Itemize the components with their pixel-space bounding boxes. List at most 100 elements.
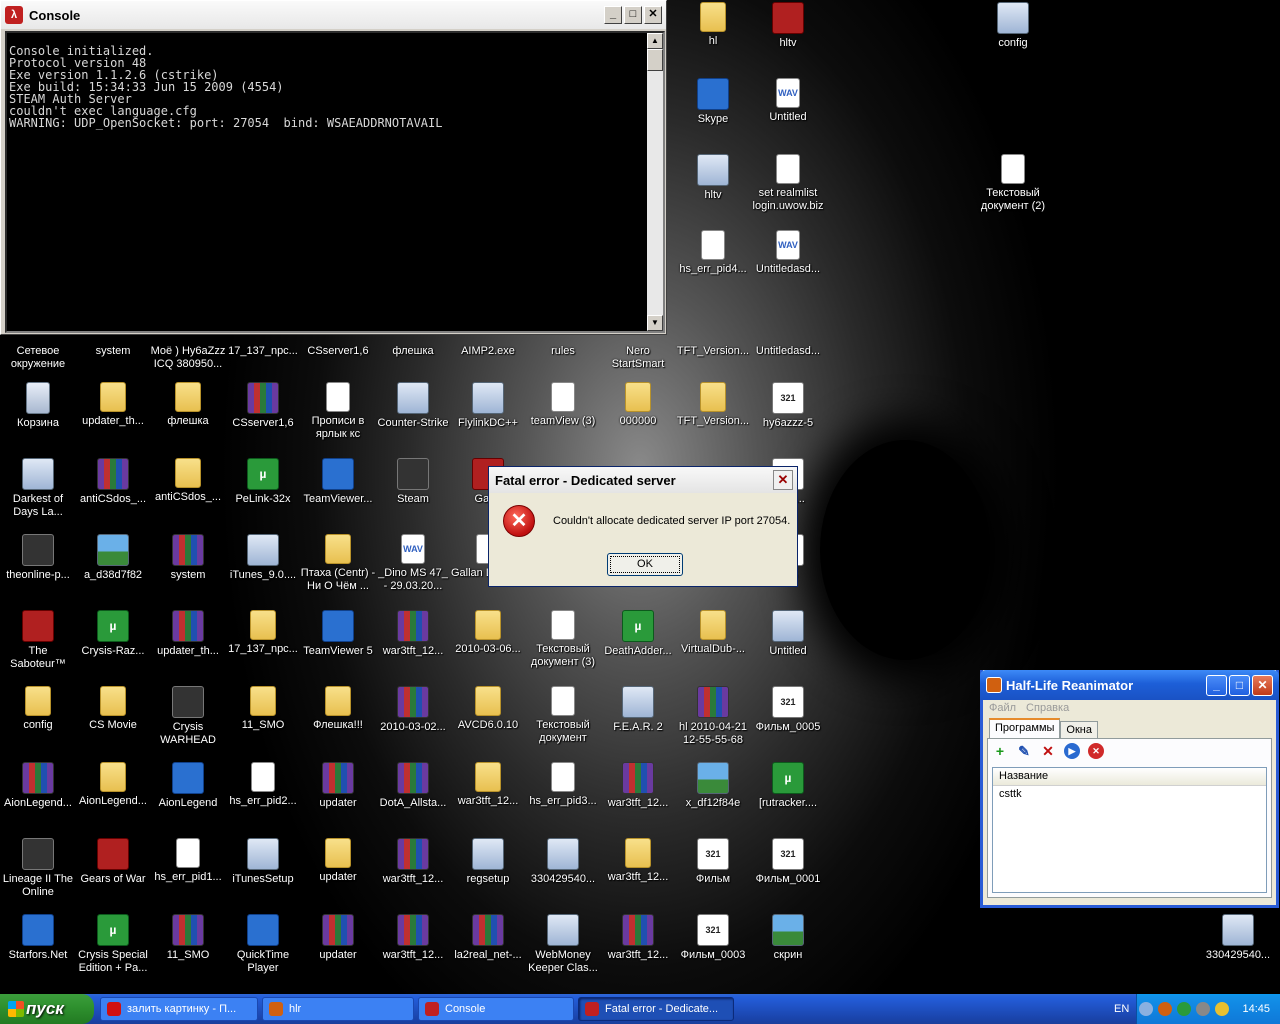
desktop-icon[interactable]: iTunesSetup — [225, 836, 301, 912]
desktop-icon[interactable]: war3tft_12... — [600, 836, 676, 912]
desktop-icon[interactable]: hl — [675, 0, 751, 76]
desktop-icon[interactable]: QuickTime Player — [225, 912, 301, 988]
desktop-icon[interactable]: TeamViewer... — [300, 456, 376, 532]
desktop-icon[interactable]: 330429540... — [1200, 912, 1276, 988]
delete-icon[interactable]: ✕ — [1040, 743, 1056, 759]
desktop-icon[interactable]: Gears of War — [75, 836, 151, 912]
desktop-icon[interactable]: updater — [300, 760, 376, 836]
desktop-icon[interactable]: 2010-03-06... — [450, 608, 526, 684]
desktop-icon[interactable]: war3tft_12... — [375, 608, 451, 684]
desktop-icon[interactable]: WebMoney Keeper Clas... — [525, 912, 601, 988]
desktop-icon[interactable]: F.E.A.R. 2 — [600, 684, 676, 760]
fatal-error-dialog[interactable]: Fatal error - Dedicated server ✕ ✕ Could… — [488, 466, 798, 587]
desktop-icon[interactable]: war3tft_12... — [600, 912, 676, 988]
play-icon[interactable]: ▶ — [1064, 743, 1080, 759]
desktop-icon[interactable]: 321 Фильм_0003 — [675, 912, 751, 988]
dialog-close-button[interactable]: ✕ — [773, 470, 793, 490]
column-header-name[interactable]: Название — [993, 768, 1266, 786]
desktop-icon[interactable]: µ DeathAdder... — [600, 608, 676, 684]
desktop-icon[interactable]: VirtualDub-... — [675, 608, 751, 684]
desktop-icon[interactable]: DotA_Allsta... — [375, 760, 451, 836]
desktop-icon[interactable]: µ Crysis Special Edition + Pa... — [75, 912, 151, 988]
maximize-button[interactable]: □ — [1229, 674, 1250, 696]
scroll-thumb[interactable] — [647, 49, 663, 71]
add-icon[interactable]: + — [992, 743, 1008, 759]
desktop-icon[interactable]: Steam — [375, 456, 451, 532]
desktop-icon[interactable]: Untitled — [750, 608, 826, 684]
hlr-window[interactable]: Half-Life Reanimator _ □ ✕ Файл Справка … — [980, 670, 1279, 908]
desktop-icon[interactable]: FlylinkDC++ — [450, 380, 526, 456]
desktop-icon[interactable]: 2010-03-02... — [375, 684, 451, 760]
desktop-icon[interactable]: Флешка!!! — [300, 684, 376, 760]
desktop-icon[interactable]: a_d38d7f82 — [75, 532, 151, 608]
desktop-icon[interactable]: Starfors.Net — [0, 912, 76, 988]
desktop-icon[interactable]: war3tft_12... — [375, 912, 451, 988]
hlr-tray-icon[interactable] — [1158, 1002, 1173, 1016]
desktop-icon[interactable]: regsetup — [450, 836, 526, 912]
desktop-icon[interactable]: Darkest of Days La... — [0, 456, 76, 532]
dialog-titlebar[interactable]: Fatal error - Dedicated server ✕ — [489, 467, 797, 493]
scroll-up-button[interactable]: ▲ — [647, 33, 663, 49]
desktop-icon[interactable]: config — [975, 0, 1051, 76]
desktop-icon[interactable]: updater_th... — [75, 380, 151, 456]
desktop-icon[interactable]: флешка — [150, 380, 226, 456]
desktop-icon[interactable]: 321 Фильм — [675, 836, 751, 912]
close-button[interactable]: ✕ — [644, 6, 662, 24]
list-item[interactable]: csttk — [993, 786, 1266, 802]
task-fatal-error[interactable]: Fatal error - Dedicate... — [578, 997, 734, 1021]
desktop-icon[interactable]: AionLegend... — [75, 760, 151, 836]
desktop-icon[interactable]: Прописи в ярлык кс — [300, 380, 376, 456]
desktop-icon[interactable]: hltv — [675, 152, 751, 228]
desktop-icon[interactable]: hs_err_pid1... — [150, 836, 226, 912]
task-hlr[interactable]: hlr — [262, 997, 414, 1021]
close-button[interactable]: ✕ — [1252, 674, 1273, 696]
hlr-titlebar[interactable]: Half-Life Reanimator _ □ ✕ — [980, 670, 1279, 700]
desktop-icon[interactable]: WAV Untitled — [750, 76, 826, 152]
desktop-icon[interactable]: antiCSdos_... — [75, 456, 151, 532]
stop-icon[interactable]: ✕ — [1088, 743, 1104, 759]
desktop-icon[interactable]: 330429540... — [525, 836, 601, 912]
menu-file[interactable]: Файл — [989, 702, 1016, 716]
desktop-icon[interactable]: system — [150, 532, 226, 608]
menu-help[interactable]: Справка — [1026, 702, 1069, 716]
desktop-icon[interactable]: скрин — [750, 912, 826, 988]
language-indicator[interactable]: EN — [1114, 1003, 1129, 1015]
desktop-icon[interactable]: hs_err_pid4... — [675, 228, 751, 304]
desktop-icon[interactable]: 11_SMO — [225, 684, 301, 760]
minimize-button[interactable]: _ — [1206, 674, 1227, 696]
desktop-icon[interactable]: Текстовый документ — [525, 684, 601, 760]
back-arrow-icon[interactable] — [1139, 1002, 1154, 1016]
desktop-icon[interactable]: µ [rutracker.... — [750, 760, 826, 836]
desktop-icon[interactable]: 000000 — [600, 380, 676, 456]
desktop-icon[interactable]: 11_SMO — [150, 912, 226, 988]
desktop-icon[interactable]: AionLegend — [150, 760, 226, 836]
desktop-icon[interactable]: updater — [300, 912, 376, 988]
maximize-button[interactable]: □ — [624, 6, 642, 24]
desktop-icon[interactable]: 17_137_npc... — [225, 608, 301, 684]
tab-programs[interactable]: Программы — [989, 718, 1061, 738]
shield-icon[interactable] — [1215, 1002, 1230, 1016]
edit-icon[interactable]: ✎ — [1016, 743, 1032, 759]
desktop-icon[interactable]: TeamViewer 5 — [300, 608, 376, 684]
desktop-icon[interactable]: WAV _Dino MS 47_ - 29.03.20... — [375, 532, 451, 608]
console-scrollbar[interactable]: ▲ ▼ — [647, 33, 663, 331]
programs-list[interactable]: Название csttk — [992, 767, 1267, 893]
desktop-icon[interactable]: config — [0, 684, 76, 760]
desktop-icon[interactable]: hltv — [750, 0, 826, 76]
desktop-icon[interactable]: Crysis WARHEAD — [150, 684, 226, 760]
desktop-icon[interactable]: teamView (3) — [525, 380, 601, 456]
desktop-icon[interactable]: war3tft_12... — [600, 760, 676, 836]
desktop-icon[interactable]: 321 hy6azzz-5 — [750, 380, 826, 456]
desktop-icon[interactable]: CSserver1,6 — [225, 380, 301, 456]
desktop-icon[interactable]: µ PeLink-32x — [225, 456, 301, 532]
desktop-icon[interactable]: x_df12f84e — [675, 760, 751, 836]
desktop-icon[interactable]: hs_err_pid2... — [225, 760, 301, 836]
task-console[interactable]: Console — [418, 997, 574, 1021]
gear-icon[interactable] — [1196, 1002, 1211, 1016]
desktop-icon[interactable]: Птаха (Centr) - Ни О Чём ... — [300, 532, 376, 608]
ok-button[interactable]: OK — [607, 553, 683, 576]
console-titlebar[interactable]: λ Console _ □ ✕ — [1, 1, 666, 29]
start-button[interactable]: пуск — [0, 994, 94, 1024]
desktop-icon[interactable]: 321 Фильм_0005 — [750, 684, 826, 760]
desktop-icon[interactable]: TFT_Version... — [675, 380, 751, 456]
